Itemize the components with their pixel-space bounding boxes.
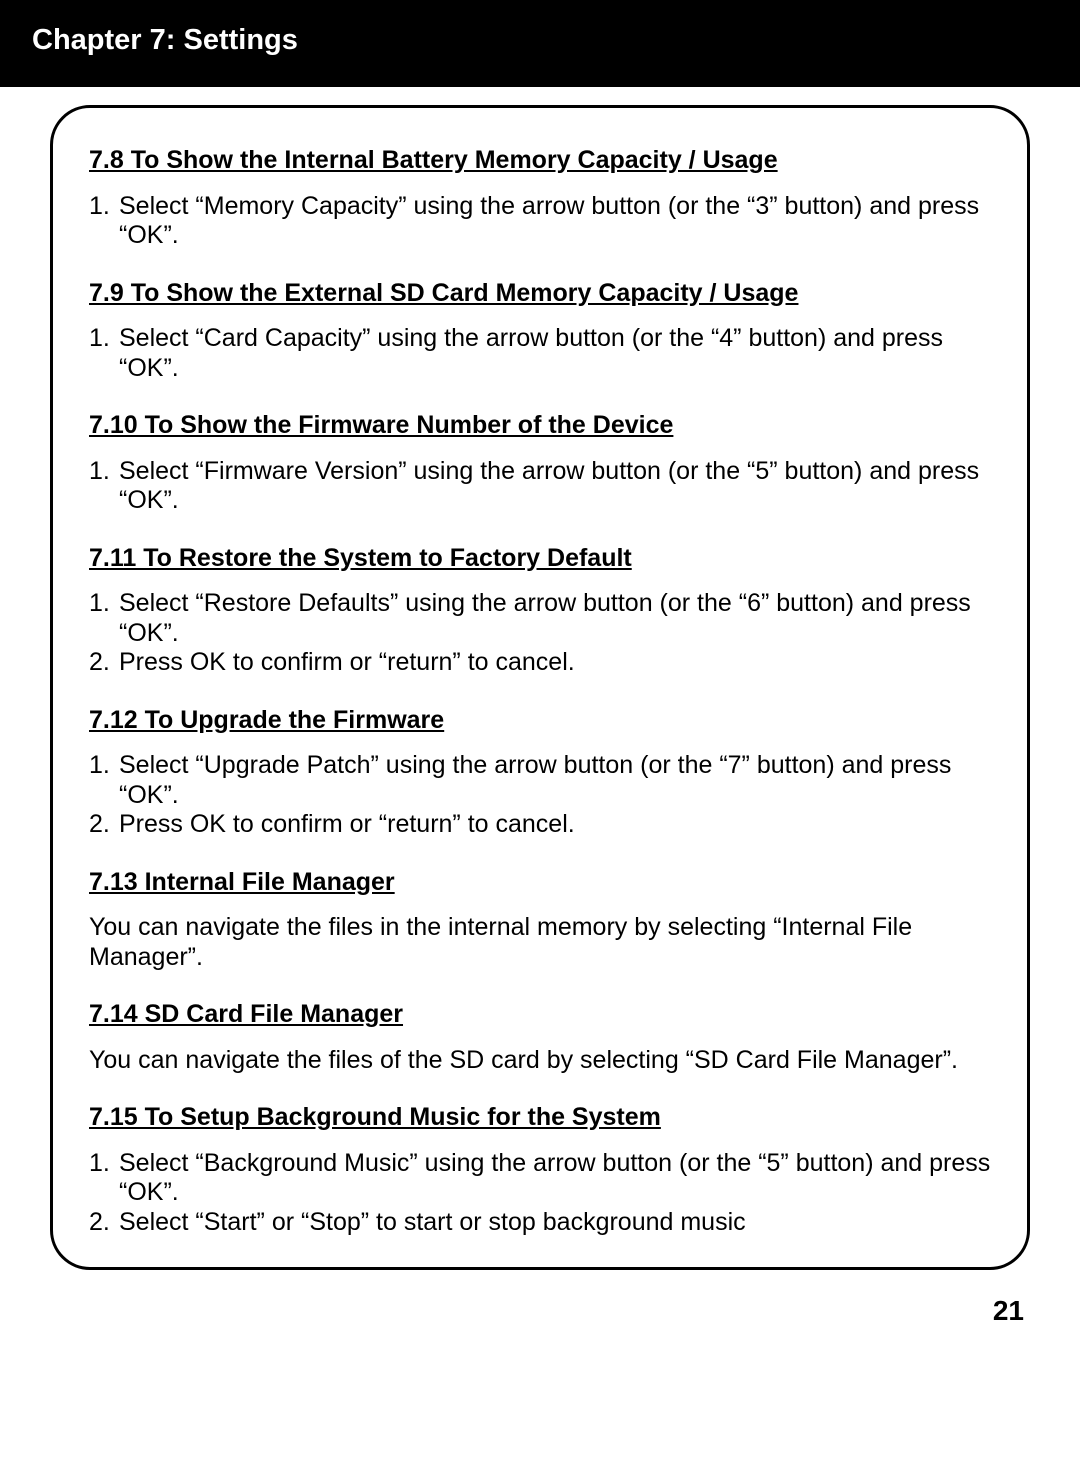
step-item: 1. Select “Restore Defaults” using the ar… bbox=[89, 589, 991, 648]
step-number: 1. bbox=[89, 751, 110, 781]
section-heading-7-15: 7.15 To Setup Background Music for the S… bbox=[89, 1103, 991, 1133]
section-heading-7-10: 7.10 To Show the Firmware Number of the … bbox=[89, 411, 991, 441]
step-number: 2. bbox=[89, 810, 110, 840]
step-text: Select “Upgrade Patch” using the arrow b… bbox=[119, 751, 951, 809]
step-number: 1. bbox=[89, 324, 110, 354]
section-heading-7-12: 7.12 To Upgrade the Firmware bbox=[89, 706, 991, 736]
section-heading-7-8: 7.8 To Show the Internal Battery Memory … bbox=[89, 146, 991, 176]
step-item: 1. Select “Memory Capacity” using the arr… bbox=[89, 192, 991, 251]
page-number: 21 bbox=[993, 1295, 1024, 1327]
steps-7-10: 1. Select “Firmware Version” using the ar… bbox=[89, 457, 991, 516]
step-number: 2. bbox=[89, 1208, 110, 1238]
step-number: 1. bbox=[89, 1149, 110, 1179]
step-item: 2. Press OK to confirm or “return” to can… bbox=[89, 648, 991, 678]
steps-7-11: 1. Select “Restore Defaults” using the ar… bbox=[89, 589, 991, 678]
steps-7-12: 1. Select “Upgrade Patch” using the arrow… bbox=[89, 751, 991, 840]
section-heading-7-13: 7.13 Internal File Manager bbox=[89, 868, 991, 898]
step-item: 1. Select “Firmware Version” using the ar… bbox=[89, 457, 991, 516]
chapter-header: Chapter 7: Settings bbox=[0, 0, 1080, 87]
step-item: 2. Select “Start” or “Stop” to start or s… bbox=[89, 1208, 991, 1238]
section-heading-7-9: 7.9 To Show the External SD Card Memory … bbox=[89, 279, 991, 309]
step-text: Select “Background Music” using the arro… bbox=[119, 1149, 990, 1207]
step-item: 1. Select “Card Capacity” using the arrow… bbox=[89, 324, 991, 383]
section-heading-7-14: 7.14 SD Card File Manager bbox=[89, 1000, 991, 1030]
step-text: Press OK to confirm or “return” to cance… bbox=[119, 810, 575, 838]
step-text: Select “Firmware Version” using the arro… bbox=[119, 457, 979, 515]
step-item: 2. Press OK to confirm or “return” to can… bbox=[89, 810, 991, 840]
steps-7-15: 1. Select “Background Music” using the ar… bbox=[89, 1149, 991, 1238]
step-text: Select “Memory Capacity” using the arrow… bbox=[119, 192, 979, 250]
paragraph-7-14: You can navigate the files of the SD car… bbox=[89, 1046, 991, 1076]
steps-7-8: 1. Select “Memory Capacity” using the arr… bbox=[89, 192, 991, 251]
chapter-title: Chapter 7: Settings bbox=[32, 24, 298, 56]
section-heading-7-11: 7.11 To Restore the System to Factory De… bbox=[89, 544, 991, 574]
step-number: 1. bbox=[89, 192, 110, 222]
step-number: 2. bbox=[89, 648, 110, 678]
steps-7-9: 1. Select “Card Capacity” using the arrow… bbox=[89, 324, 991, 383]
step-number: 1. bbox=[89, 457, 110, 487]
content-frame: 7.8 To Show the Internal Battery Memory … bbox=[50, 105, 1030, 1270]
step-item: 1. Select “Background Music” using the ar… bbox=[89, 1149, 991, 1208]
step-text: Select “Restore Defaults” using the arro… bbox=[119, 589, 971, 647]
step-item: 1. Select “Upgrade Patch” using the arrow… bbox=[89, 751, 991, 810]
step-number: 1. bbox=[89, 589, 110, 619]
paragraph-7-13: You can navigate the files in the intern… bbox=[89, 913, 991, 972]
step-text: Select “Card Capacity” using the arrow b… bbox=[119, 324, 943, 382]
step-text: Press OK to confirm or “return” to cance… bbox=[119, 648, 575, 676]
step-text: Select “Start” or “Stop” to start or sto… bbox=[119, 1208, 746, 1236]
